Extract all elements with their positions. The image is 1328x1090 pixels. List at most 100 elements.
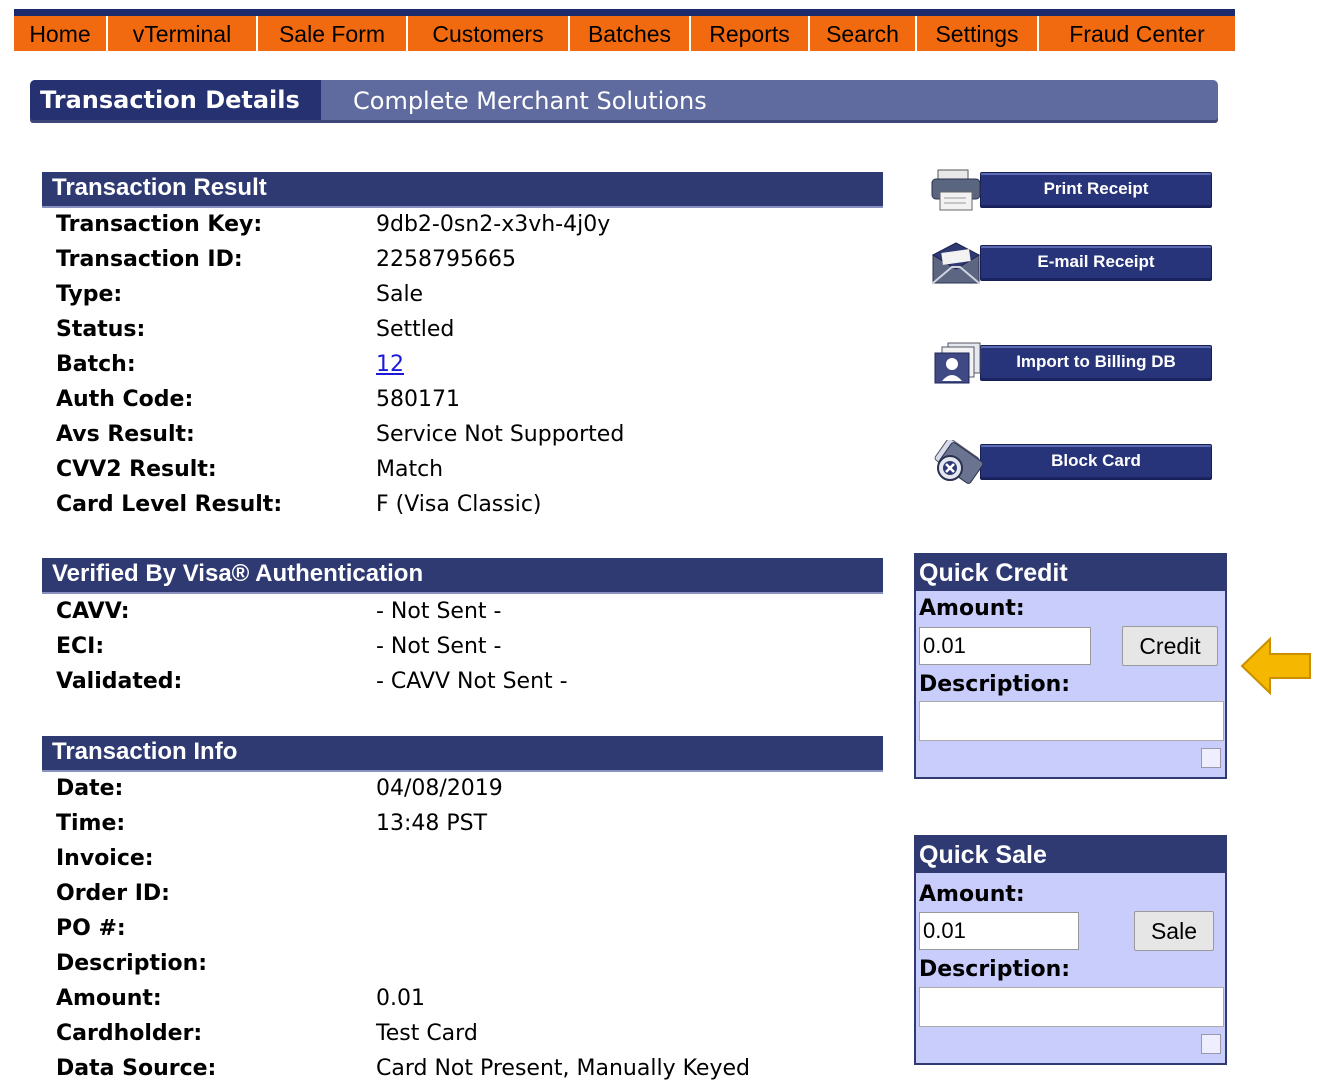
quick-sale-title: Quick Sale <box>916 837 1225 873</box>
credit-button[interactable]: Credit <box>1122 626 1218 666</box>
row-label: Status: <box>56 317 146 342</box>
resize-handle-icon[interactable] <box>1201 1034 1221 1054</box>
nav-batches[interactable]: Batches <box>570 16 691 51</box>
transaction-result-header: Transaction Result <box>42 172 883 208</box>
row-label: Time: <box>56 811 126 836</box>
sale-button[interactable]: Sale <box>1134 911 1214 951</box>
nav-fraud-center[interactable]: Fraud Center <box>1039 16 1235 51</box>
detail-row: ECI: - Not Sent - <box>56 634 876 668</box>
quick-credit-title: Quick Credit <box>916 555 1225 591</box>
nav-vterminal[interactable]: vTerminal <box>108 16 258 51</box>
detail-row: Avs Result: Service Not Supported <box>56 422 876 456</box>
resize-handle-icon[interactable] <box>1201 748 1221 768</box>
blocked-card-icon <box>934 440 984 484</box>
row-label: Order ID: <box>56 881 170 906</box>
row-value: Settled <box>376 317 455 342</box>
detail-row: Cardholder: Test Card <box>56 1021 876 1055</box>
detail-row: Validated: - CAVV Not Sent - <box>56 669 876 703</box>
detail-row: Type: Sale <box>56 282 876 316</box>
email-receipt-button[interactable]: E-mail Receipt <box>930 241 1212 287</box>
section-title: Transaction Info <box>52 738 238 765</box>
block-card-button[interactable]: Block Card <box>930 440 1212 486</box>
detail-row: Transaction ID: 2258795665 <box>56 247 876 281</box>
row-label: Cardholder: <box>56 1021 203 1046</box>
import-billing-db-button[interactable]: Import to Billing DB <box>930 341 1212 387</box>
row-value: 580171 <box>376 387 460 412</box>
row-value: Test Card <box>376 1021 478 1046</box>
credit-amount-input[interactable]: 0.01 <box>919 627 1091 665</box>
row-label: Auth Code: <box>56 387 194 412</box>
row-value: Service Not Supported <box>376 422 625 447</box>
button-label: Print Receipt <box>1043 179 1149 198</box>
nav-settings[interactable]: Settings <box>917 16 1039 51</box>
button-bar: E-mail Receipt <box>980 245 1212 281</box>
quick-sale-panel: Quick Sale Amount: 0.01 Sale Description… <box>914 835 1227 1065</box>
nav-customers[interactable]: Customers <box>408 16 570 51</box>
page-title-tab: Transaction Details <box>30 80 321 120</box>
printer-icon <box>931 169 981 211</box>
row-label: Amount: <box>56 986 162 1011</box>
detail-row: Auth Code: 580171 <box>56 387 876 421</box>
button-bar: Import to Billing DB <box>980 345 1212 381</box>
envelope-icon <box>931 242 981 284</box>
row-value: - Not Sent - <box>376 599 502 624</box>
nav-search[interactable]: Search <box>810 16 917 51</box>
detail-row: Transaction Key: 9db2-0sn2-x3vh-4j0y <box>56 212 876 246</box>
page-title: Transaction Details <box>40 86 300 114</box>
row-label: CAVV: <box>56 599 130 624</box>
row-label: PO #: <box>56 916 126 941</box>
row-value: 04/08/2019 <box>376 776 503 801</box>
button-bar: Block Card <box>980 444 1212 480</box>
vbv-header: Verified By Visa® Authentication <box>42 558 883 594</box>
detail-row: Date: 04/08/2019 <box>56 776 876 810</box>
button-label: Import to Billing DB <box>1016 352 1176 371</box>
detail-row: Amount: 0.01 <box>56 986 876 1020</box>
nav-sale-form[interactable]: Sale Form <box>258 16 408 51</box>
sale-description-input[interactable] <box>919 987 1224 1027</box>
row-value: F (Visa Classic) <box>376 492 542 517</box>
detail-row: Description: <box>56 951 876 985</box>
row-value: Match <box>376 457 444 482</box>
batch-link[interactable]: 12 <box>376 352 404 377</box>
top-border <box>14 9 1235 16</box>
transaction-info-header: Transaction Info <box>42 736 883 772</box>
row-value: Sale <box>376 282 424 307</box>
detail-row: Invoice: <box>56 846 876 880</box>
row-label: Transaction Key: <box>56 212 263 237</box>
row-value: 13:48 PST <box>376 811 488 836</box>
row-label: Validated: <box>56 669 183 694</box>
row-label: ECI: <box>56 634 105 659</box>
detail-row: Status: Settled <box>56 317 876 351</box>
credit-description-input[interactable] <box>919 701 1224 741</box>
detail-row: Batch: 12 <box>56 352 876 386</box>
row-label: Date: <box>56 776 124 801</box>
detail-row: Time: 13:48 PST <box>56 811 876 845</box>
row-label: Avs Result: <box>56 422 195 447</box>
nav-reports[interactable]: Reports <box>691 16 810 51</box>
row-label: Transaction ID: <box>56 247 243 272</box>
detail-row: Data Source: Card Not Present, Manually K… <box>56 1056 876 1090</box>
contacts-icon <box>934 342 981 384</box>
row-label: CVV2 Result: <box>56 457 217 482</box>
print-receipt-button[interactable]: Print Receipt <box>930 168 1212 214</box>
nav-home[interactable]: Home <box>14 16 108 51</box>
amount-label: Amount: <box>919 596 1025 621</box>
quick-credit-panel: Quick Credit Amount: 0.01 Credit Descrip… <box>914 553 1227 779</box>
main-nav: Home vTerminal Sale Form Customers Batch… <box>14 16 1235 51</box>
page-title-bar: Transaction Details Complete Merchant So… <box>30 80 1218 120</box>
section-title: Verified By Visa® Authentication <box>52 560 424 587</box>
merchant-name: Complete Merchant Solutions <box>353 87 707 115</box>
detail-row: Card Level Result: F (Visa Classic) <box>56 492 876 526</box>
row-label: Description: <box>56 951 208 976</box>
row-label: Data Source: <box>56 1056 217 1081</box>
row-value: 2258795665 <box>376 247 516 272</box>
button-label: Block Card <box>1051 451 1141 470</box>
amount-label: Amount: <box>919 882 1025 907</box>
sale-amount-input[interactable]: 0.01 <box>919 912 1079 950</box>
row-label: Batch: <box>56 352 136 377</box>
row-value: - Not Sent - <box>376 634 502 659</box>
section-title: Transaction Result <box>52 174 267 201</box>
description-label: Description: <box>919 672 1071 697</box>
detail-row: PO #: <box>56 916 876 950</box>
row-label: Invoice: <box>56 846 154 871</box>
